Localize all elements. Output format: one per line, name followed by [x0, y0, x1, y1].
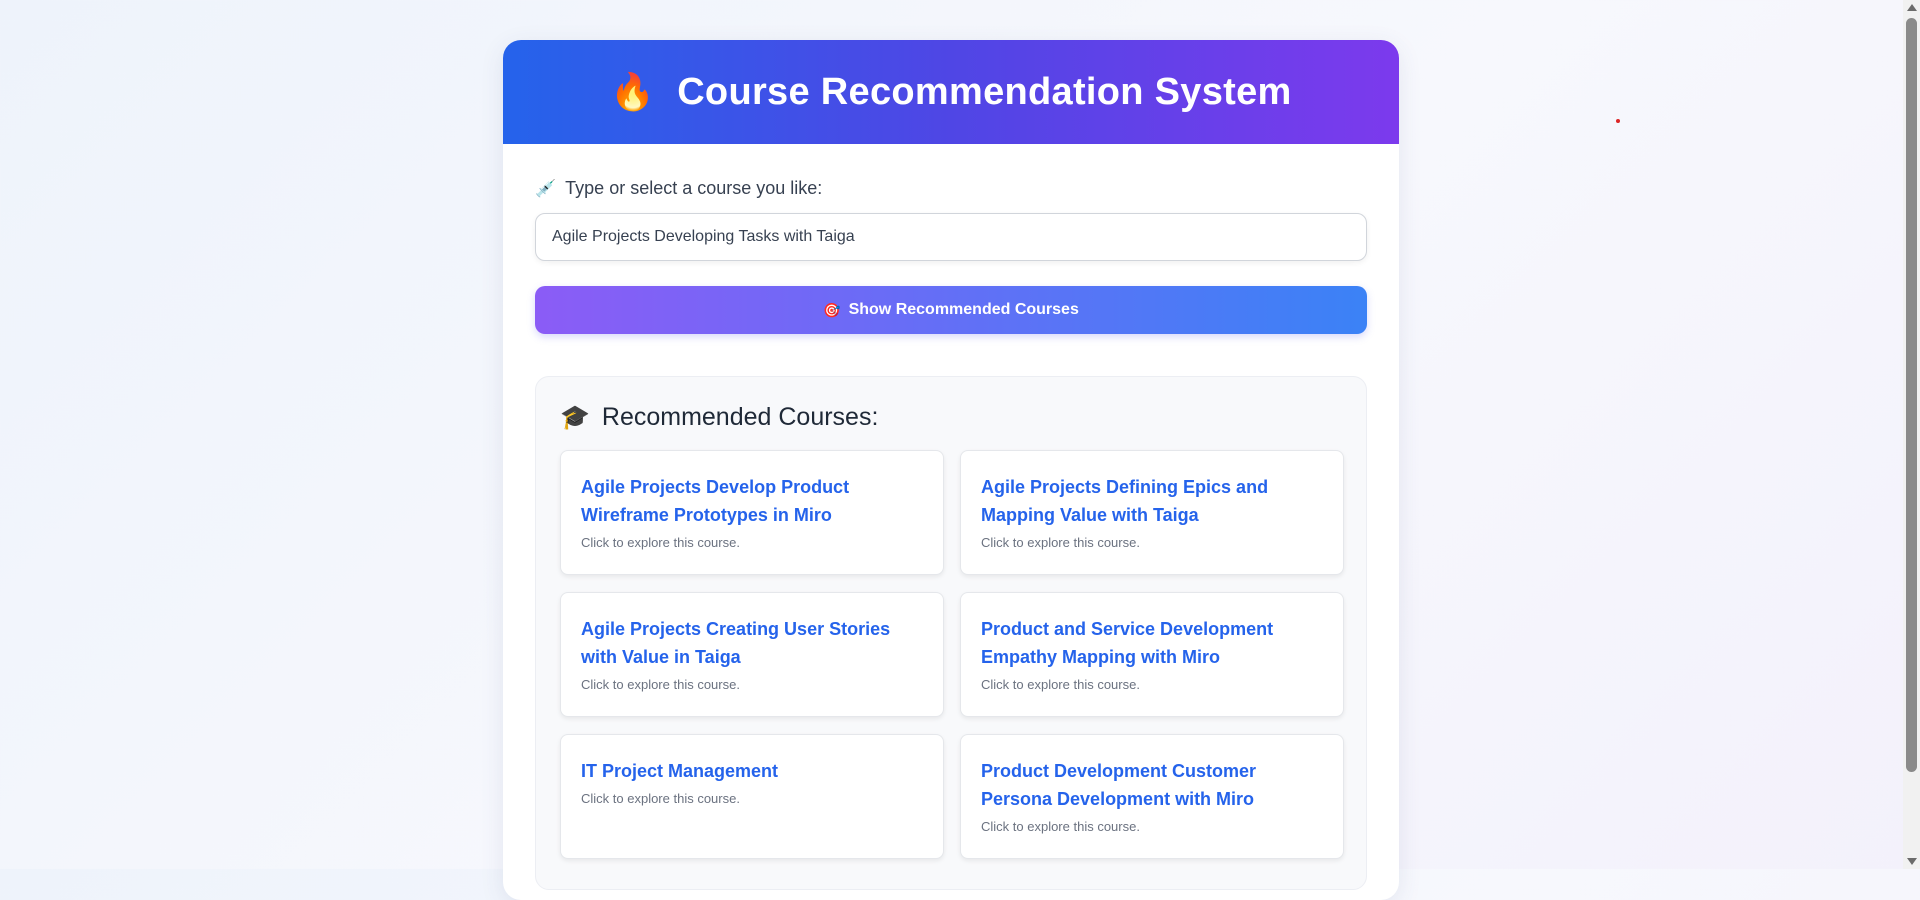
target-icon: 🎯: [823, 301, 841, 318]
scrollbar-thumb[interactable]: [1906, 18, 1917, 772]
course-title[interactable]: Product Development Customer Persona Dev…: [981, 757, 1323, 813]
course-subtitle: Click to explore this course.: [581, 677, 740, 692]
course-subtitle: Click to explore this course.: [981, 677, 1140, 692]
show-recommended-button[interactable]: 🎯 Show Recommended Courses: [535, 286, 1367, 334]
course-input[interactable]: [535, 213, 1367, 261]
course-subtitle: Click to explore this course.: [981, 819, 1140, 834]
fire-icon: 🔥: [610, 71, 656, 112]
course-title[interactable]: Agile Projects Develop Product Wireframe…: [581, 473, 923, 529]
page-scrollbar[interactable]: [1903, 0, 1920, 869]
recommendations-heading: 🎓 Recommended Courses:: [560, 403, 1342, 432]
cursor-dot: [1616, 119, 1620, 123]
app-header: 🔥 Course Recommendation System: [503, 40, 1399, 144]
graduation-cap-icon: 🎓: [560, 404, 590, 431]
course-card[interactable]: Product Development Customer Persona Dev…: [960, 734, 1344, 859]
scroll-down-arrow-icon[interactable]: [1907, 858, 1917, 865]
course-card[interactable]: IT Project Management Click to explore t…: [560, 734, 944, 859]
course-card[interactable]: Agile Projects Creating User Stories wit…: [560, 592, 944, 717]
recommendations-panel: 🎓 Recommended Courses: Agile Projects De…: [535, 376, 1367, 890]
course-grid: Agile Projects Develop Product Wireframe…: [560, 450, 1344, 859]
course-card[interactable]: Agile Projects Defining Epics and Mappin…: [960, 450, 1344, 575]
page-title: Course Recommendation System: [677, 70, 1292, 113]
course-title[interactable]: IT Project Management: [581, 757, 923, 785]
course-card[interactable]: Agile Projects Develop Product Wireframe…: [560, 450, 944, 575]
course-card[interactable]: Product and Service Development Empathy …: [960, 592, 1344, 717]
app-card: 🔥 Course Recommendation System 💉 Type or…: [503, 40, 1399, 900]
syringe-icon: 💉: [535, 178, 557, 198]
scroll-up-arrow-icon[interactable]: [1907, 4, 1917, 11]
course-input-label-text: Type or select a course you like:: [565, 178, 823, 198]
show-recommended-label: Show Recommended Courses: [848, 301, 1079, 318]
main-content: 💉 Type or select a course you like: 🎯 Sh…: [503, 144, 1399, 890]
recommendations-title: Recommended Courses:: [601, 403, 879, 431]
course-subtitle: Click to explore this course.: [981, 535, 1140, 550]
course-subtitle: Click to explore this course.: [581, 791, 740, 806]
course-title[interactable]: Agile Projects Defining Epics and Mappin…: [981, 473, 1323, 529]
course-subtitle: Click to explore this course.: [581, 535, 740, 550]
course-title[interactable]: Product and Service Development Empathy …: [981, 615, 1323, 671]
course-input-label: 💉 Type or select a course you like:: [535, 178, 1367, 199]
course-title[interactable]: Agile Projects Creating User Stories wit…: [581, 615, 923, 671]
